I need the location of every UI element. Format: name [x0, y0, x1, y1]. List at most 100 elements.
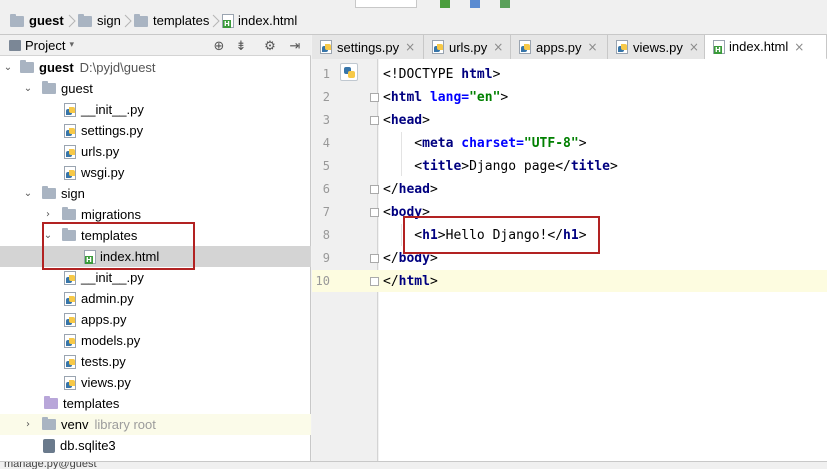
database-icon	[43, 438, 55, 453]
chevron-down-icon[interactable]: ⌄	[2, 57, 14, 78]
hide-icon[interactable]: ⇥	[287, 38, 303, 54]
breadcrumb-separator-icon	[212, 14, 220, 28]
code-token: >	[610, 158, 618, 174]
tree-row-guest-root[interactable]: ⌄ guest D:\pyjd\guest	[0, 57, 311, 78]
tab-apps-py[interactable]: apps.py ×	[511, 35, 608, 59]
python-file-icon	[432, 40, 444, 54]
code-line[interactable]: < html lang = "en" >	[383, 86, 508, 108]
chevron-right-icon[interactable]: ›	[22, 414, 34, 435]
code-editor[interactable]	[379, 59, 827, 461]
code-line[interactable]: < head >	[383, 109, 430, 131]
tree-row-file[interactable]: admin.py	[0, 288, 311, 309]
python-file-icon	[64, 270, 76, 285]
tree-row-file[interactable]: settings.py	[0, 120, 311, 141]
tab-index-html[interactable]: index.html ×	[705, 35, 827, 60]
project-panel-header: Project ▾ ⊕ ⇟ ⚙ ⇥	[0, 35, 311, 56]
python-file-icon	[320, 40, 332, 54]
tree-row-sign[interactable]: ⌄ sign	[0, 183, 311, 204]
code-token: >	[429, 181, 438, 197]
run-config-dropdown[interactable]	[355, 0, 417, 8]
code-token: =	[516, 135, 524, 151]
code-token: html	[398, 273, 430, 289]
tree-row-file[interactable]: __init__.py	[0, 99, 311, 120]
code-line[interactable]: <!DOCTYPE html >	[383, 63, 500, 85]
tree-row-file[interactable]: views.py	[0, 372, 311, 393]
fold-marker-icon[interactable]	[370, 277, 379, 286]
target-icon[interactable]: ⊕	[211, 38, 227, 54]
fold-marker-icon[interactable]	[370, 185, 379, 194]
close-icon[interactable]: ×	[588, 40, 598, 54]
tree-row-file[interactable]: models.py	[0, 330, 311, 351]
fold-marker-icon[interactable]	[370, 208, 379, 217]
folder-icon	[10, 13, 24, 27]
python-file-icon	[64, 102, 76, 117]
code-token: </	[383, 250, 399, 266]
run-icon[interactable]	[440, 0, 450, 8]
view-dropdown-icon[interactable]: ▾	[69, 40, 74, 50]
line-number: 10	[315, 274, 330, 288]
code-token: <	[383, 135, 423, 151]
python-file-icon	[519, 40, 531, 54]
close-icon[interactable]: ×	[493, 40, 503, 54]
coverage-icon[interactable]	[500, 0, 510, 8]
status-text: manage.py@guest	[4, 461, 97, 469]
line-number: 6	[322, 182, 330, 196]
html-file-icon	[222, 14, 234, 28]
fold-marker-icon[interactable]	[370, 116, 379, 125]
tree-row-file[interactable]: wsgi.py	[0, 162, 311, 183]
editor-tab-bar: settings.py × urls.py × apps.py × views.…	[312, 35, 827, 60]
breadcrumb-item-guest[interactable]: guest	[10, 12, 64, 30]
breadcrumb-item-index-html[interactable]: index.html	[222, 12, 297, 30]
code-line[interactable]: < title > Django page </title >	[383, 155, 618, 177]
code-line[interactable]: </html >	[383, 270, 438, 292]
folder-icon	[62, 207, 76, 220]
close-icon[interactable]: ×	[689, 40, 699, 54]
code-line[interactable]: < meta charset = "UTF-8" >	[383, 132, 586, 154]
status-bar: manage.py@guest	[0, 461, 827, 469]
code-token: >	[492, 66, 501, 82]
python-file-icon	[64, 144, 76, 159]
code-token: >	[422, 112, 430, 128]
code-line[interactable]: </head >	[383, 178, 438, 200]
python-file-icon	[64, 312, 76, 327]
breadcrumb-item-sign[interactable]: sign	[78, 12, 121, 30]
code-token: html	[461, 66, 493, 82]
tab-views-py[interactable]: views.py ×	[608, 35, 705, 59]
breadcrumb-item-templates[interactable]: templates	[134, 12, 209, 30]
code-token: </	[555, 158, 571, 174]
close-icon[interactable]: ×	[405, 40, 415, 54]
fold-marker-icon[interactable]	[370, 93, 379, 102]
tree-row-templates-root[interactable]: templates	[0, 393, 311, 414]
tab-urls-py[interactable]: urls.py ×	[424, 35, 511, 59]
code-token: lang	[429, 89, 462, 105]
tree-row-db-sqlite3[interactable]: db.sqlite3	[0, 435, 311, 456]
code-token: <!DOCTYPE	[383, 66, 462, 82]
tree-row-venv[interactable]: › venv library root	[0, 414, 311, 435]
tree-row-file[interactable]: __init__.py	[0, 267, 311, 288]
project-panel-title[interactable]: Project	[25, 38, 65, 53]
code-token: title	[570, 158, 610, 174]
code-token: <	[383, 112, 391, 128]
code-token: =	[461, 89, 470, 105]
tree-row-file[interactable]: apps.py	[0, 309, 311, 330]
tree-row-file[interactable]: tests.py	[0, 351, 311, 372]
code-token: title	[422, 158, 462, 174]
python-file-icon	[64, 333, 76, 348]
code-token: </	[383, 273, 399, 289]
chevron-down-icon[interactable]: ⌄	[22, 183, 34, 204]
python-file-icon	[616, 40, 628, 54]
close-icon[interactable]: ×	[794, 40, 804, 54]
tree-row-guest-package[interactable]: ⌄ guest	[0, 78, 311, 99]
gear-icon[interactable]: ⚙	[262, 38, 278, 54]
code-token: Django page	[469, 158, 556, 174]
chevron-down-icon[interactable]: ⌄	[22, 78, 34, 99]
tab-settings-py[interactable]: settings.py ×	[312, 35, 424, 59]
tree-row-file[interactable]: urls.py	[0, 141, 311, 162]
code-token: >	[429, 273, 438, 289]
debug-icon[interactable]	[470, 0, 480, 8]
collapse-icon[interactable]: ⇟	[233, 38, 249, 54]
fold-marker-icon[interactable]	[370, 254, 379, 263]
django-template-icon[interactable]	[340, 63, 358, 81]
line-number: 9	[322, 251, 330, 265]
